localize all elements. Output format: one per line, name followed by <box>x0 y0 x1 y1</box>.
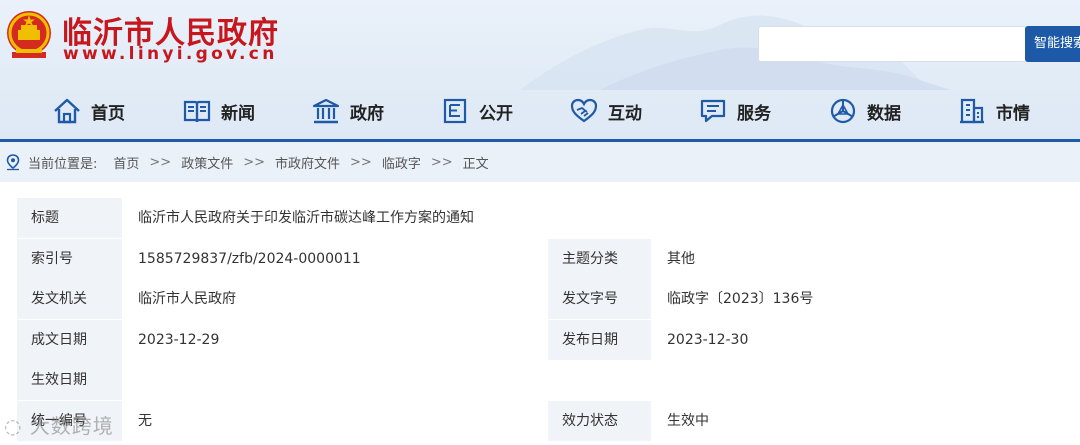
breadcrumb-current: 正文 <box>462 156 489 172</box>
smart-search-button[interactable]: 智能搜索 <box>1025 26 1080 62</box>
info-row-title: 标题 临沂市人民政府关于印发临沂市碳达峰工作方案的通知 <box>17 198 1080 238</box>
unified-number-value: 无 <box>124 401 546 441</box>
effective-date-label: 生效日期 <box>17 360 122 400</box>
site-header: 临沂市人民政府 www.linyi.gov.cn 智能搜索 首页 新闻 政府 公… <box>0 0 1080 140</box>
status-value: 生效中 <box>653 401 1080 441</box>
docno-value: 临政字〔2023〕136号 <box>653 279 1080 319</box>
government-icon <box>312 98 340 124</box>
service-icon <box>700 99 726 123</box>
watermark: ◌ 大数跨境 <box>4 410 114 439</box>
topic-label: 主题分类 <box>548 239 651 279</box>
handshake-icon <box>570 98 598 123</box>
breadcrumb: 当前位置是: 首页 >> 政策文件 >> 市政府文件 >> 临政字 >> 正文 <box>4 142 489 182</box>
nav-label-disclosure: 公开 <box>479 103 513 124</box>
nav-item-service[interactable]: 服务 <box>698 92 771 130</box>
issuer-label: 发文机关 <box>17 279 122 319</box>
breadcrumb-location-label: 当前位置是: <box>28 156 98 172</box>
status-label: 效力状态 <box>548 401 651 441</box>
nav-item-city[interactable]: 市情 <box>957 92 1030 130</box>
info-row-effective: 生效日期 <box>17 360 1080 400</box>
search-input[interactable] <box>758 26 1026 62</box>
nav-label-city: 市情 <box>996 103 1030 124</box>
nav-item-home[interactable]: 首页 <box>52 92 125 130</box>
national-emblem-icon[interactable] <box>4 8 54 62</box>
written-date-value: 2023-12-29 <box>124 320 546 360</box>
docno-label: 发文字号 <box>548 279 651 319</box>
breadcrumb-separator: >> <box>430 154 453 170</box>
main-nav: 首页 新闻 政府 公开 互动 服务 数据 市情 <box>0 92 1080 130</box>
breadcrumb-linzhengzi[interactable]: 临政字 <box>382 153 421 172</box>
nav-label-interaction: 互动 <box>608 103 642 124</box>
title-value: 临沂市人民政府关于印发临沂市碳达峰工作方案的通知 <box>124 198 1080 238</box>
effective-date-value <box>124 360 546 400</box>
home-icon <box>54 98 80 124</box>
breadcrumb-bar: 当前位置是: 首页 >> 政策文件 >> 市政府文件 >> 临政字 >> 正文 <box>0 142 1080 182</box>
nav-label-data: 数据 <box>867 103 901 124</box>
breadcrumb-separator: >> <box>350 154 372 170</box>
nav-item-government[interactable]: 政府 <box>311 92 384 130</box>
nav-item-news[interactable]: 新闻 <box>182 92 255 130</box>
news-icon <box>183 100 211 123</box>
index-value: 1585729837/zfb/2024-0000011 <box>124 239 546 279</box>
nav-item-disclosure[interactable]: 公开 <box>440 92 513 130</box>
location-pin-icon <box>6 154 20 171</box>
nav-label-service: 服务 <box>737 103 771 124</box>
breadcrumb-separator: >> <box>243 154 266 170</box>
watermark-icon: ◌ <box>4 414 30 438</box>
nav-label-government: 政府 <box>350 103 384 124</box>
issuer-value: 临沂市人民政府 <box>124 279 546 319</box>
site-url[interactable]: www.linyi.gov.cn <box>63 44 278 64</box>
city-icon <box>960 98 984 124</box>
breadcrumb-policy-documents[interactable]: 政策文件 <box>181 153 233 172</box>
published-date-value: 2023-12-30 <box>653 320 1080 360</box>
published-date-label: 发布日期 <box>548 320 651 360</box>
breadcrumb-home[interactable]: 首页 <box>113 153 139 172</box>
nav-label-home: 首页 <box>91 103 125 124</box>
info-row-issuer: 发文机关 临沂市人民政府 发文字号 临政字〔2023〕136号 <box>17 279 1080 319</box>
topic-value: 其他 <box>653 239 1080 279</box>
info-row-dates: 成文日期 2023-12-29 发布日期 2023-12-30 <box>17 320 1080 360</box>
title-label: 标题 <box>17 198 122 238</box>
disclosure-icon <box>443 98 467 124</box>
written-date-label: 成文日期 <box>17 320 122 360</box>
nav-label-news: 新闻 <box>221 103 255 124</box>
breadcrumb-municipal-documents[interactable]: 市政府文件 <box>275 153 340 172</box>
index-label: 索引号 <box>17 239 122 279</box>
info-row-status: 统一编号 无 效力状态 生效中 <box>17 401 1080 441</box>
watermark-text: 大数跨境 <box>29 414 114 438</box>
data-icon <box>830 98 856 124</box>
breadcrumb-separator: >> <box>149 154 172 170</box>
nav-item-data[interactable]: 数据 <box>828 92 901 130</box>
info-row-index: 索引号 1585729837/zfb/2024-0000011 主题分类 其他 <box>17 239 1080 279</box>
nav-item-interaction[interactable]: 互动 <box>569 92 642 130</box>
empty-cell <box>548 360 1080 400</box>
